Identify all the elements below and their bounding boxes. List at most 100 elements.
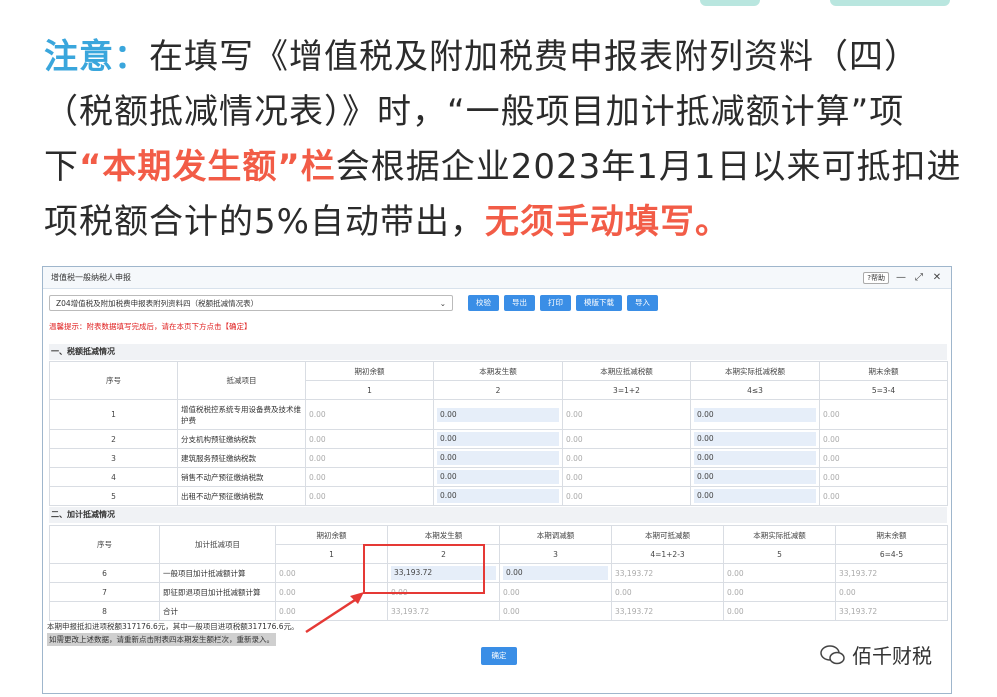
section1-table: 序号 抵减项目 期初余额 本期发生额 本期应抵减税额 本期实际抵减税额 期末余额… (49, 361, 948, 506)
input-cell[interactable]: 0.00 (437, 432, 559, 446)
pointer-arrow-icon (305, 592, 364, 634)
header-col: 本期应抵减税额 (562, 361, 691, 381)
header-seq: 序号 (49, 361, 178, 400)
table-row: 6 一般项目加计抵减额计算 0.00 33,193.72 0.00 33,193… (49, 563, 948, 583)
cell-value: 0.00 (499, 601, 612, 621)
row-seq: 4 (49, 467, 178, 487)
toolbar: Z04增值税及附加税费申报表附列资料四（税额抵减情况表） ⌄ 校验 导出 打印 … (49, 295, 658, 311)
header-num: 6=4-5 (835, 544, 948, 564)
row-seq: 1 (49, 399, 178, 430)
header-num: 4=1+2-3 (611, 544, 724, 564)
header-col: 期初余额 (305, 361, 434, 381)
input-cell[interactable]: 0.00 (694, 451, 816, 465)
row-item: 分支机构预征缴纳税款 (177, 429, 306, 449)
maximize-icon[interactable]: ⤢ (913, 272, 925, 283)
table-row: 4 销售不动产预征缴纳税款 0.00 0.00 0.00 0.00 0.00 (49, 467, 948, 487)
input-cell[interactable]: 0.00 (694, 489, 816, 503)
header-seq: 序号 (49, 525, 160, 564)
row-item: 一般项目加计抵减额计算 (159, 563, 276, 583)
form-select-value: Z04增值税及附加税费申报表附列资料四（税额抵减情况表） (56, 298, 259, 308)
form-select[interactable]: Z04增值税及附加税费申报表附列资料四（税额抵减情况表） ⌄ (49, 295, 453, 311)
deduction-note: 本期申报抵扣进项税额317176.6元，其中一般项目进项税额317176.6元。 (47, 622, 299, 631)
cell-value: 0.00 (835, 582, 948, 602)
header-num: 5 (723, 544, 836, 564)
table-row: 3 建筑服务预征缴纳税款 0.00 0.00 0.00 0.00 0.00 (49, 448, 948, 468)
row-seq: 2 (49, 429, 178, 449)
section2-table: 序号 加计抵减项目 期初余额 本期发生额 本期调减额 本期可抵减额 本期实际抵减… (49, 525, 948, 621)
table-row: 7 即征即退项目加计抵减额计算 0.00 0.00 0.00 0.00 0.00… (49, 582, 948, 602)
header-num: 3 (499, 544, 612, 564)
cell-value: 0.00 (819, 448, 948, 468)
article-text: 注意：在填写《增值税及附加税费申报表附列资料（四）（税额抵减情况表）》时，“一般… (44, 30, 964, 250)
header-col: 本期发生额 (387, 525, 500, 545)
input-cell[interactable]: 0.00 (503, 566, 608, 580)
input-cell[interactable]: 0.00 (694, 470, 816, 484)
cell-value: 0.00 (819, 399, 948, 430)
window-titlebar: 增值税一般纳税人申报 ?帮助 — ⤢ ✕ (43, 267, 951, 289)
header-num: 1 (305, 380, 434, 400)
row-seq: 6 (49, 563, 160, 583)
app-window: 增值税一般纳税人申报 ?帮助 — ⤢ ✕ Z04增值税及附加税费申报表附列资料四… (42, 266, 952, 694)
header-num: 5=3-4 (819, 380, 948, 400)
row-item: 即征即退项目加计抵减额计算 (159, 582, 276, 602)
header-col: 本期发生额 (433, 361, 563, 381)
cell-value: 33,193.72 (835, 601, 948, 621)
input-cell[interactable]: 0.00 (437, 489, 559, 503)
cell-value: 0.00 (611, 582, 724, 602)
close-icon[interactable]: ✕ (931, 272, 943, 283)
print-button[interactable]: 打印 (540, 295, 571, 311)
validate-button[interactable]: 校验 (468, 295, 499, 311)
header-col: 本期调减额 (499, 525, 612, 545)
input-cell[interactable]: 0.00 (437, 451, 559, 465)
section1-title: 一、税额抵减情况 (49, 344, 947, 360)
input-cell[interactable]: 0.00 (694, 432, 816, 446)
header-col: 本期实际抵减额 (723, 525, 836, 545)
table-row: 8 合计 0.00 33,193.72 0.00 33,193.72 0.00 … (49, 601, 948, 621)
notice-label: 注意： (44, 37, 149, 77)
export-button[interactable]: 导出 (504, 295, 535, 311)
cell-value: 33,193.72 (835, 563, 948, 583)
cell-value: 0.00 (723, 582, 836, 602)
cell-value: 0.00 (305, 448, 434, 468)
cell-value: 0.00 (723, 563, 836, 583)
header-col: 期末余额 (835, 525, 948, 545)
row-item: 出租不动产预征缴纳税款 (177, 486, 306, 506)
cell-value: 0.00 (305, 467, 434, 487)
header-col: 本期实际抵减税额 (690, 361, 820, 381)
cell-value: 0.00 (305, 429, 434, 449)
help-label: 帮助 (871, 273, 885, 282)
template-download-button[interactable]: 模版下载 (576, 295, 622, 311)
cell-value: 0.00 (819, 486, 948, 506)
watermark-text: 佰千财税 (852, 644, 932, 668)
help-button[interactable]: ?帮助 (863, 271, 889, 284)
row-seq: 7 (49, 582, 160, 602)
cell-value: 33,193.72 (611, 601, 724, 621)
table-row: 5 出租不动产预征缴纳税款 0.00 0.00 0.00 0.00 0.00 (49, 486, 948, 506)
cell-value: 0.00 (562, 486, 691, 506)
header-col: 期末余额 (819, 361, 948, 381)
confirm-button[interactable]: 确定 (481, 647, 517, 665)
input-cell[interactable]: 0.00 (694, 407, 816, 422)
cell-value: 33,193.72 (387, 601, 500, 621)
minimize-icon[interactable]: — (895, 272, 907, 283)
input-cell[interactable]: 0.00 (437, 470, 559, 484)
window-title: 增值税一般纳税人申报 (51, 273, 131, 282)
row-seq: 5 (49, 486, 178, 506)
row-item: 建筑服务预征缴纳税款 (177, 448, 306, 468)
top-decoration (0, 0, 997, 14)
section2-title: 二、加计抵减情况 (49, 507, 947, 523)
cell-value: 0.00 (562, 467, 691, 487)
chevron-down-icon: ⌄ (439, 298, 446, 308)
row-item: 销售不动产预征缴纳税款 (177, 467, 306, 487)
table-row: 2 分支机构预征缴纳税款 0.00 0.00 0.00 0.00 0.00 (49, 429, 948, 449)
row-item: 合计 (159, 601, 276, 621)
row-seq: 8 (49, 601, 160, 621)
input-cell[interactable]: 0.00 (437, 407, 559, 422)
wechat-watermark: 佰千财税 (820, 640, 932, 669)
header-item: 抵减项目 (177, 361, 306, 400)
wechat-icon (820, 644, 845, 664)
cell-value: 0.00 (819, 467, 948, 487)
import-button[interactable]: 导入 (627, 295, 658, 311)
cell-value: 0.00 (562, 429, 691, 449)
header-num: 3=1+2 (562, 380, 691, 400)
